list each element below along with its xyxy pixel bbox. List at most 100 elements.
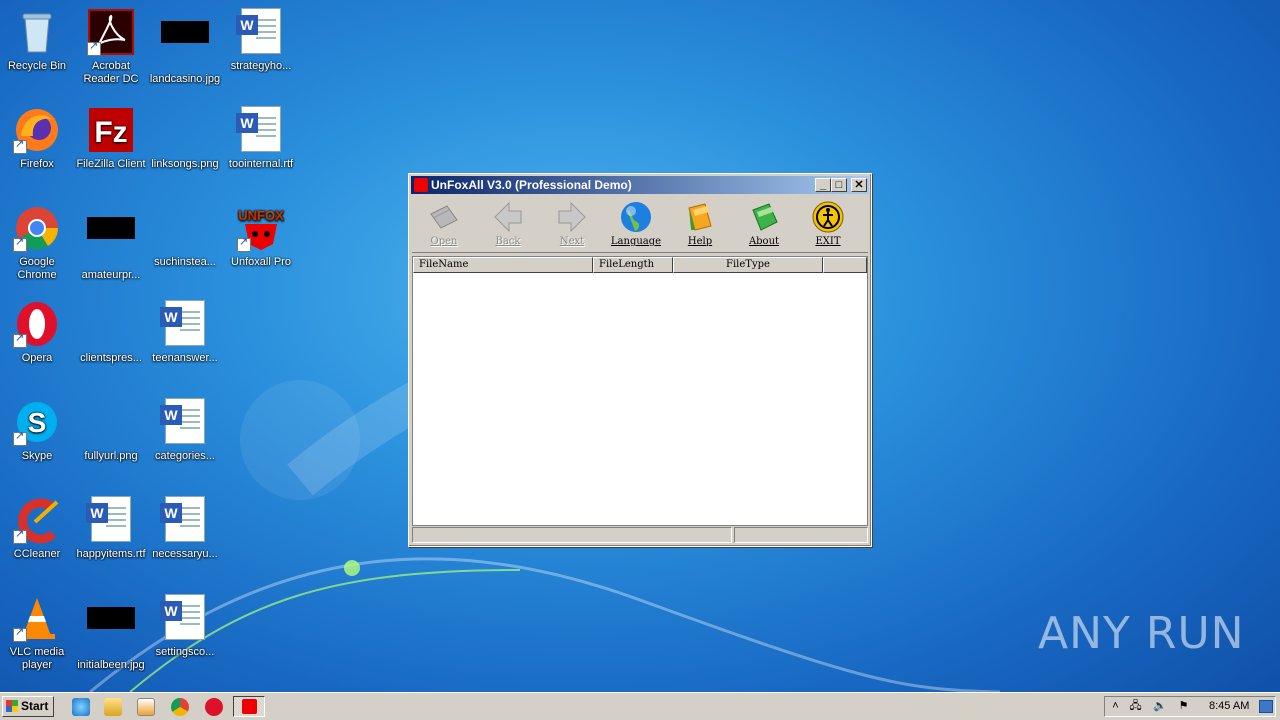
desktop-icon-toointernal[interactable]: W toointernal.rtf bbox=[224, 106, 298, 171]
image-thumbnail-icon bbox=[87, 398, 135, 446]
desktop-icon-label: VLC media player bbox=[9, 646, 65, 671]
close-button[interactable]: ✕ bbox=[851, 178, 867, 192]
word-document-icon: W bbox=[236, 8, 285, 56]
desktop-icon-amateurpr[interactable]: amateurpr... bbox=[74, 204, 148, 282]
start-button[interactable]: Start bbox=[2, 696, 54, 717]
desktop-icon-filezilla[interactable]: Fz FileZilla Client bbox=[74, 106, 148, 171]
toolbar: Open Back Next Language Help About EXIT bbox=[412, 196, 868, 253]
vlc-cone-icon bbox=[13, 594, 61, 642]
desktop-icon-label: suchinstea... bbox=[154, 256, 216, 268]
skype-icon: S bbox=[13, 398, 61, 446]
system-tray: ˄ 🖧 🔈 ⚑ 8:45 AM bbox=[1104, 696, 1276, 717]
image-thumbnail-icon bbox=[87, 300, 135, 348]
column-filename[interactable]: FileName bbox=[413, 257, 593, 273]
anyrun-watermark: ANY RUN bbox=[1038, 608, 1245, 659]
desktop-icon-fullyurl[interactable]: fullyurl.png bbox=[74, 398, 148, 463]
desktop-icon-google-chrome[interactable]: Google Chrome bbox=[0, 204, 74, 282]
desktop-icon-happyitems[interactable]: W happyitems.rtf bbox=[74, 496, 148, 561]
taskbar-button-unfoxall[interactable] bbox=[233, 696, 265, 717]
desktop-icon-unfoxall-pro[interactable]: UNFOX Unfoxall Pro bbox=[224, 204, 298, 269]
desktop-icon-settingsco[interactable]: W settingsco... bbox=[148, 594, 222, 659]
opera-taskbar-icon[interactable] bbox=[205, 698, 223, 716]
unfoxall-taskbar-icon bbox=[242, 699, 257, 714]
ccleaner-icon bbox=[13, 496, 61, 544]
help-label: Help bbox=[687, 236, 713, 247]
desktop-icon-teenanswer[interactable]: W teenanswer... bbox=[148, 300, 222, 365]
desktop-icon-skype[interactable]: S Skype bbox=[0, 398, 74, 463]
desktop-icon-clientspres[interactable]: clientspres... bbox=[74, 300, 148, 365]
desktop-icon-label: Recycle Bin bbox=[7, 60, 67, 72]
desktop-icon-vlc[interactable]: VLC media player bbox=[0, 594, 74, 672]
clock[interactable]: 8:45 AM bbox=[1209, 700, 1249, 712]
desktop-icon-firefox[interactable]: Firefox bbox=[0, 106, 74, 171]
window-titlebar[interactable]: UnFoxAll V3.0 (Professional Demo) _ □ ✕ bbox=[411, 176, 869, 194]
desktop-icon-label: landcasino.jpg bbox=[149, 73, 221, 85]
desktop-icon-label: teenanswer... bbox=[152, 352, 218, 364]
desktop-icon-linksongs[interactable]: linksongs.png bbox=[148, 106, 222, 171]
desktop-icon-label: linksongs.png bbox=[151, 158, 219, 170]
desktop-icon-label: fullyurl.png bbox=[84, 450, 138, 462]
acrobat-icon bbox=[87, 8, 135, 56]
desktop-icon-label: categories... bbox=[155, 450, 215, 462]
desktop-icon-label: initialbeen.jpg bbox=[77, 659, 145, 671]
word-document-icon: W bbox=[160, 594, 209, 642]
show-desktop-icon[interactable] bbox=[1259, 700, 1273, 713]
back-label: Back bbox=[495, 236, 521, 247]
windows-logo-icon bbox=[6, 700, 18, 712]
help-book-icon bbox=[683, 200, 717, 234]
desktop-icon-acrobat[interactable]: Acrobat Reader DC bbox=[74, 8, 148, 86]
desktop-icon-label: toointernal.rtf bbox=[228, 158, 294, 170]
file-list[interactable]: FileName FileLength FileType bbox=[412, 256, 868, 526]
word-document-icon: W bbox=[160, 496, 209, 544]
desktop-icon-label: necessaryu... bbox=[152, 548, 218, 560]
window-title: UnFoxAll V3.0 (Professional Demo) bbox=[431, 178, 632, 192]
desktop-icon-label: CCleaner bbox=[13, 548, 61, 560]
help-button[interactable]: Help bbox=[670, 198, 730, 250]
word-document-icon: W bbox=[160, 398, 209, 446]
about-book-icon bbox=[747, 200, 781, 234]
back-button[interactable]: Back bbox=[478, 198, 538, 250]
word-document-icon: W bbox=[236, 106, 285, 154]
back-arrow-icon bbox=[491, 200, 525, 234]
volume-icon[interactable]: 🔈 bbox=[1153, 700, 1167, 713]
column-filler bbox=[823, 257, 867, 273]
next-label: Next bbox=[559, 236, 585, 247]
explorer-folder-icon[interactable] bbox=[104, 698, 122, 716]
media-player-icon[interactable] bbox=[137, 698, 155, 716]
chrome-taskbar-icon[interactable] bbox=[171, 698, 189, 716]
language-button[interactable]: Language bbox=[606, 198, 666, 250]
image-thumbnail-icon bbox=[161, 106, 209, 154]
desktop-icon-strategyho[interactable]: W strategyho... bbox=[224, 8, 298, 73]
unfoxall-window: UnFoxAll V3.0 (Professional Demo) _ □ ✕ … bbox=[408, 173, 872, 547]
show-hidden-icons-icon[interactable]: ˄ bbox=[1109, 700, 1122, 713]
svg-text:UNFOX: UNFOX bbox=[238, 208, 284, 223]
exit-button[interactable]: EXIT bbox=[798, 198, 858, 250]
word-document-icon: W bbox=[160, 300, 209, 348]
column-filetype[interactable]: FileType bbox=[673, 257, 823, 273]
desktop-icon-initialbeen[interactable]: initialbeen.jpg bbox=[74, 594, 148, 672]
desktop-icon-suchinstea[interactable]: suchinstea... bbox=[148, 204, 222, 269]
desktop-icon-landcasino[interactable]: landcasino.jpg bbox=[148, 8, 222, 86]
column-filelength[interactable]: FileLength bbox=[593, 257, 673, 273]
ie-icon[interactable] bbox=[72, 698, 90, 716]
desktop-icon-categories[interactable]: W categories... bbox=[148, 398, 222, 463]
svg-text:Fz: Fz bbox=[94, 116, 127, 149]
next-arrow-icon bbox=[555, 200, 589, 234]
desktop-icon-necessaryu[interactable]: W necessaryu... bbox=[148, 496, 222, 561]
desktop-icon-ccleaner[interactable]: CCleaner bbox=[0, 496, 74, 561]
network-icon[interactable]: 🖧 bbox=[1129, 700, 1142, 713]
desktop-icon-label: Firefox bbox=[20, 158, 54, 170]
desktop-icon-recycle-bin[interactable]: Recycle Bin bbox=[0, 8, 74, 73]
maximize-button[interactable]: □ bbox=[831, 178, 847, 192]
next-button[interactable]: Next bbox=[542, 198, 602, 250]
desktop-icon-label: strategyho... bbox=[230, 60, 292, 72]
minimize-button[interactable]: _ bbox=[815, 178, 831, 192]
open-button[interactable]: Open bbox=[414, 198, 474, 250]
taskbar: Start ˄ 🖧 🔈 ⚑ 8:45 AM bbox=[0, 692, 1280, 720]
recycle-bin-icon bbox=[13, 8, 61, 56]
word-document-icon: W bbox=[86, 496, 135, 544]
action-center-flag-icon[interactable]: ⚑ bbox=[1177, 700, 1190, 713]
list-header: FileName FileLength FileType bbox=[413, 257, 867, 273]
desktop-icon-opera[interactable]: Opera bbox=[0, 300, 74, 365]
about-button[interactable]: About bbox=[734, 198, 794, 250]
